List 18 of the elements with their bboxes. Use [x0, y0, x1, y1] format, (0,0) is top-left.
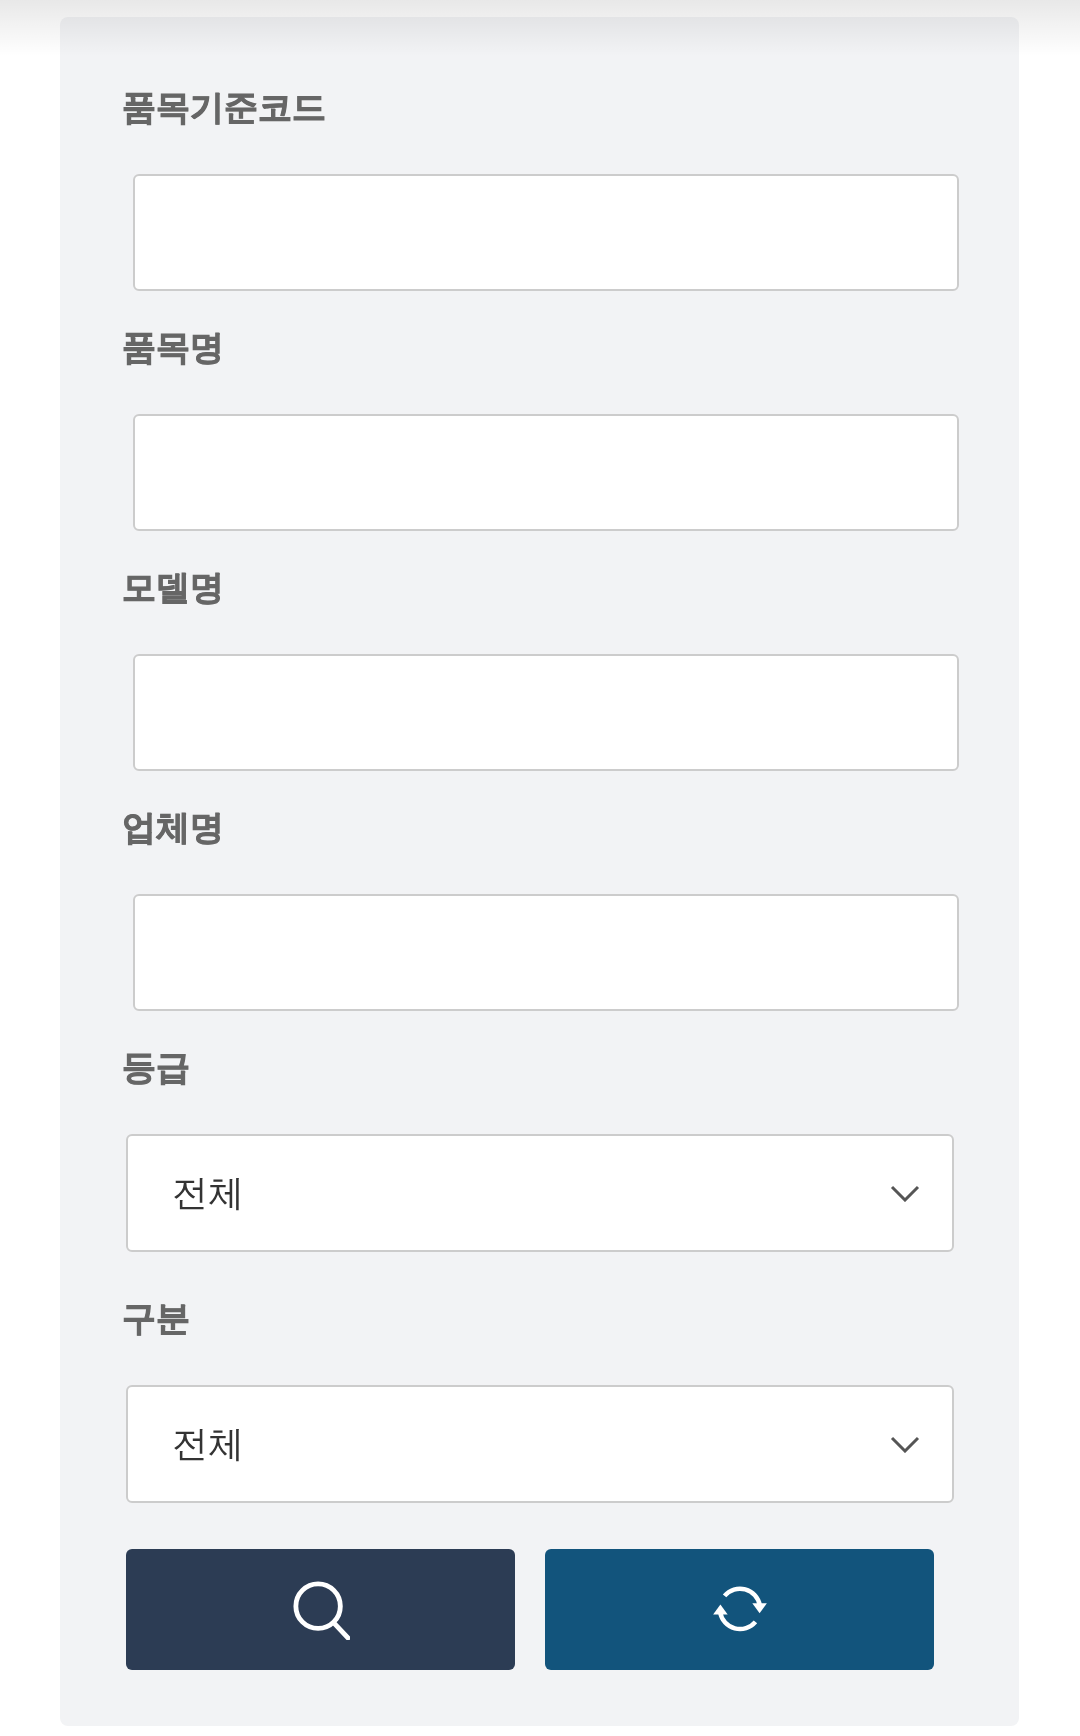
field-label: 품목기준코드 — [122, 87, 326, 127]
field-label: 모델명 — [122, 567, 224, 607]
chevron-down-icon — [890, 1184, 920, 1202]
input-field[interactable] — [133, 174, 959, 291]
input-field[interactable] — [133, 414, 959, 531]
search-icon — [291, 1579, 350, 1640]
field-label: 등급 — [122, 1047, 190, 1087]
refresh-icon — [711, 1585, 768, 1634]
input-field[interactable] — [133, 654, 959, 771]
field-label: 구분 — [122, 1298, 190, 1338]
search-button[interactable] — [126, 1549, 515, 1670]
select-field[interactable]: 전체 — [126, 1385, 954, 1503]
refresh-button[interactable] — [545, 1549, 934, 1670]
chevron-down-icon — [890, 1435, 920, 1453]
field-label: 업체명 — [122, 807, 224, 847]
select-field[interactable]: 전체 — [126, 1134, 954, 1252]
input-field[interactable] — [133, 894, 959, 1011]
field-label: 품목명 — [122, 327, 224, 367]
